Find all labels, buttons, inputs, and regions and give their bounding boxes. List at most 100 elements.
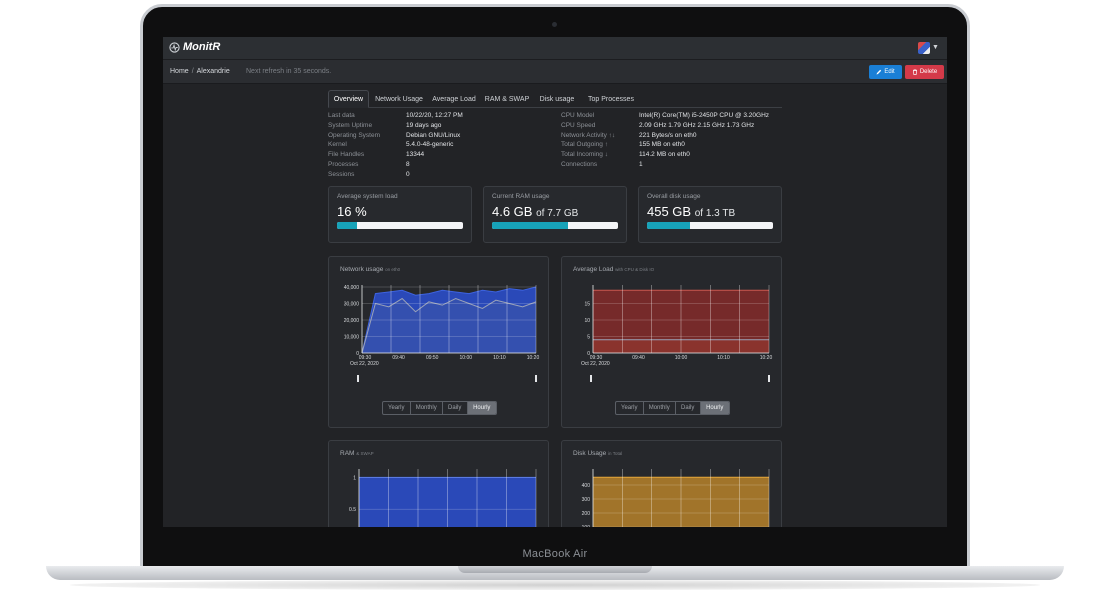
info-label: Kernel: [328, 141, 347, 149]
tab-network-usage[interactable]: Network Usage: [371, 90, 427, 108]
app-logo[interactable]: MonitR: [169, 41, 220, 53]
breadcrumb: Home / Alexandrie: [170, 68, 230, 75]
info-value: 13344: [406, 151, 425, 159]
device-label: MacBook Air: [522, 548, 588, 560]
y-tick-label: 300: [582, 497, 591, 503]
info-label: CPU Speed: [561, 121, 596, 129]
y-tick-label: 10,000: [344, 335, 360, 341]
stat-card-disk: Overall disk usage 455 GB of 1.3 TB: [638, 186, 782, 243]
info-label: Total Incoming ↓: [561, 151, 608, 159]
info-value: 8: [406, 161, 410, 168]
progress-bar: [647, 222, 773, 229]
range-handle-right[interactable]: [535, 375, 537, 382]
breadcrumb-current: Alexandrie: [196, 68, 230, 75]
info-label: Total Outgoing ↑: [561, 141, 608, 149]
info-value: Debian GNU/Linux: [406, 131, 461, 139]
x-tick-label: 10:10: [717, 355, 730, 361]
info-label: File Handles: [328, 151, 365, 159]
user-avatar[interactable]: [918, 42, 930, 54]
system-info-left: Last data 10/22/20, 12:27 PM System Upti…: [328, 111, 548, 183]
x-date-label: Oct 22, 2020: [350, 361, 379, 367]
breadcrumb-separator: /: [191, 68, 194, 75]
y-tick-label: 5: [587, 335, 590, 341]
tab-overview[interactable]: Overview: [328, 90, 369, 108]
stat-value: 4.6 GB: [492, 204, 533, 219]
info-label: System Uptime: [328, 121, 373, 129]
range-daily[interactable]: Daily: [676, 402, 701, 414]
tab-top-processes[interactable]: Top Processes: [581, 90, 641, 108]
range-yearly[interactable]: Yearly: [616, 402, 644, 414]
y-tick-label: 200: [582, 511, 591, 517]
y-tick-label: 10: [584, 318, 590, 324]
y-tick-label: 40,000: [344, 285, 360, 291]
info-value: 0: [406, 170, 410, 178]
range-daily[interactable]: Daily: [443, 402, 468, 414]
stat-card-ram: Current RAM usage 4.6 GB of 7.7 GB: [483, 186, 627, 243]
x-tick-label: 10:10: [493, 355, 506, 361]
range-yearly[interactable]: Yearly: [383, 402, 411, 414]
ram-chart: 0.51: [349, 469, 537, 527]
tab-disk-usage[interactable]: Disk usage: [535, 90, 579, 108]
range-monthly[interactable]: Monthly: [411, 402, 443, 414]
info-value: 114.2 MB on eth0: [639, 151, 690, 159]
info-value: 10/22/20, 12:27 PM: [406, 112, 463, 119]
progress-fill: [492, 222, 568, 229]
disk-usage-panel: Disk Usage in Total 100200300400: [561, 440, 782, 527]
ram-swap-panel: RAM & SWAP 0.5 1: [328, 440, 549, 527]
range-handle-left[interactable]: [357, 375, 359, 382]
laptop-notch: [458, 566, 652, 573]
progress-bar: [492, 222, 618, 229]
disk-chart: 100 200 300 400: [582, 469, 770, 527]
info-label: Network Activity ↑↓: [561, 131, 616, 139]
progress-bar: [337, 222, 463, 229]
system-info-right: CPU Model Intel(R) Core(TM) i5-2450P CPU…: [561, 111, 791, 173]
info-label: Processes: [328, 161, 359, 168]
top-navbar: MonitR ▼: [163, 37, 947, 60]
x-tick-label: 10:20: [527, 355, 540, 361]
x-tick-label: 10:00: [460, 355, 473, 361]
edit-button[interactable]: Edit: [869, 65, 902, 79]
delete-label: Delete: [919, 69, 938, 75]
info-label: CPU Model: [561, 112, 595, 119]
stat-total: of 7.7 GB: [536, 208, 579, 219]
x-date-label: Oct 22, 2020: [581, 361, 610, 367]
tab-ram-swap[interactable]: RAM & SWAP: [481, 90, 533, 108]
x-tick-label: 10:00: [675, 355, 688, 361]
app-name: MonitR: [183, 41, 221, 53]
app-screen: MonitR ▼ Home / Alexandrie Next refresh in…: [163, 37, 947, 527]
pencil-icon: [876, 69, 882, 75]
range-hourly[interactable]: Hourly: [700, 402, 729, 414]
x-tick-label: 10:20: [760, 355, 773, 361]
info-label: Sessions: [328, 170, 355, 178]
breadcrumb-home[interactable]: Home: [170, 68, 189, 75]
range-handle-left[interactable]: [590, 375, 592, 382]
stat-card-load: Average system load 16 %: [328, 186, 472, 243]
y-tick-label: 20,000: [344, 318, 360, 324]
range-selector: Yearly Monthly Daily Hourly: [615, 401, 730, 415]
delete-button[interactable]: Delete: [905, 65, 944, 79]
info-value: 221 Bytes/s on eth0: [639, 131, 697, 139]
x-tick-label: 09:40: [632, 355, 645, 361]
info-value: 5.4.0-48-generic: [406, 141, 454, 149]
tab-bar: Overview Network Usage Average Load RAM …: [328, 90, 782, 108]
x-tick-label: 09:40: [392, 355, 405, 361]
laptop-shadow: [70, 580, 1040, 590]
info-value: 19 days ago: [406, 121, 442, 129]
progress-fill: [647, 222, 690, 229]
breadcrumb-bar: Home / Alexandrie Next refresh in 35 secon…: [163, 60, 947, 84]
info-value: 1: [639, 161, 643, 168]
range-selector: Yearly Monthly Daily Hourly: [382, 401, 497, 415]
stat-value-wrap: 455 GB of 1.3 TB: [647, 204, 735, 219]
info-value: 2.09 GHz 1.79 GHz 2.15 GHz 1.73 GHz: [639, 121, 755, 129]
stat-title: Average system load: [337, 193, 398, 200]
x-tick-label: 09:50: [426, 355, 439, 361]
edit-label: Edit: [884, 69, 895, 75]
range-monthly[interactable]: Monthly: [644, 402, 676, 414]
range-handle-right[interactable]: [768, 375, 770, 382]
tab-average-load[interactable]: Average Load: [429, 90, 479, 108]
range-hourly[interactable]: Hourly: [467, 402, 496, 414]
chevron-down-icon[interactable]: ▼: [932, 44, 939, 51]
progress-fill: [337, 222, 358, 229]
stat-value: 16 %: [337, 204, 367, 219]
trash-icon: [912, 69, 917, 75]
